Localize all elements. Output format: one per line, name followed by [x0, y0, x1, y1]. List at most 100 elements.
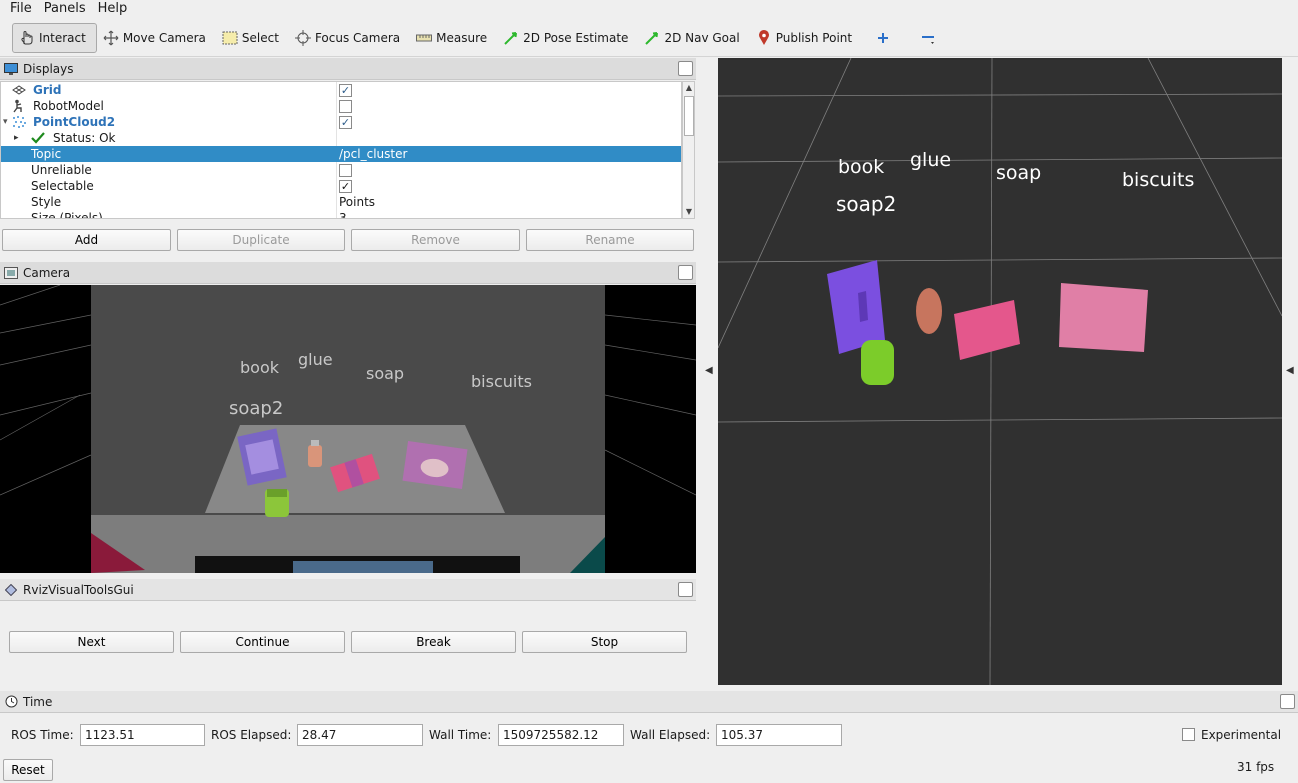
interact-label: Interact: [39, 30, 86, 45]
scroll-up-icon[interactable]: ▲: [684, 82, 694, 94]
nav-goal-tool[interactable]: 2D Nav Goal: [638, 23, 749, 53]
camera-label-biscuits: biscuits: [471, 372, 532, 391]
ruler-icon: [415, 29, 433, 47]
break-button[interactable]: Break: [351, 631, 516, 653]
tree-row-pointcloud2[interactable]: ▾ PointCloud2 ✓: [1, 114, 681, 130]
pointcloud2-checkbox[interactable]: ✓: [339, 116, 352, 129]
scroll-down-icon[interactable]: ▼: [684, 206, 694, 218]
displays-close-checkbox[interactable]: [678, 61, 693, 76]
menu-file[interactable]: File: [4, 1, 38, 17]
tree-row-topic[interactable]: Topic /pcl_cluster: [1, 146, 681, 162]
interact-tool[interactable]: Interact: [12, 22, 97, 53]
publish-point-tool[interactable]: Publish Point: [750, 23, 862, 53]
focus-camera-tool[interactable]: Focus Camera: [289, 23, 410, 53]
time-panel-header: Time: [0, 691, 1298, 713]
menu-help[interactable]: Help: [92, 1, 134, 17]
toolbar: Interact Move Camera Select Focus Camera…: [0, 19, 1298, 57]
camera-image: book glue soap biscuits soap2: [0, 285, 696, 573]
stop-button[interactable]: Stop: [522, 631, 687, 653]
camera-view[interactable]: book glue soap biscuits soap2: [0, 285, 696, 573]
render-3d-view[interactable]: book glue soap biscuits soap2: [718, 58, 1282, 685]
menu-panels[interactable]: Panels: [38, 1, 92, 17]
view3d-label-book: book: [838, 156, 884, 178]
minus-icon: [919, 29, 937, 47]
expand-arrow-icon: ▾: [3, 117, 8, 127]
rviz-tools-close-checkbox[interactable]: [678, 582, 693, 597]
map-pin-icon: [755, 29, 773, 47]
collapse-left-icon[interactable]: ◀: [705, 365, 713, 376]
camera-icon: [4, 266, 18, 280]
topic-label: Topic: [31, 147, 62, 161]
menubar: File Panels Help: [0, 0, 1298, 18]
camera-title: Camera: [23, 265, 71, 280]
rviz-tools-panel-header: RvizVisualToolsGui: [0, 579, 696, 601]
style-value[interactable]: Points: [339, 195, 375, 209]
wall-time-field[interactable]: 1509725582.12: [498, 724, 624, 746]
tree-row-unreliable[interactable]: Unreliable: [1, 162, 681, 178]
focus-camera-label: Focus Camera: [314, 30, 401, 45]
experimental-label: Experimental: [1201, 728, 1282, 742]
plus-icon: [874, 29, 892, 47]
ros-time-label: ROS Time:: [11, 728, 74, 742]
grid-checkbox[interactable]: ✓: [339, 84, 352, 97]
measure-tool[interactable]: Measure: [410, 23, 497, 53]
size-value[interactable]: 3: [339, 211, 347, 218]
remove-tool-button[interactable]: [907, 23, 952, 53]
collapse-right-icon[interactable]: ◀: [1286, 365, 1294, 376]
topic-value[interactable]: /pcl_cluster: [339, 147, 407, 161]
time-close-checkbox[interactable]: [1280, 694, 1295, 709]
scroll-thumb[interactable]: [684, 96, 694, 136]
camera-label-soap2: soap2: [229, 398, 283, 419]
time-row: ROS Time: 1123.51 ROS Elapsed: 28.47 Wal…: [0, 723, 1298, 747]
add-tool-button[interactable]: [862, 23, 907, 53]
view3d-label-glue: glue: [910, 149, 951, 171]
rviz-tools-title: RvizVisualToolsGui: [23, 582, 134, 597]
ros-time-field[interactable]: 1123.51: [80, 724, 205, 746]
view3d-label-biscuits: biscuits: [1122, 169, 1194, 191]
pose-estimate-label: 2D Pose Estimate: [523, 30, 629, 45]
nav-goal-label: 2D Nav Goal: [664, 30, 740, 45]
wall-elapsed-label: Wall Elapsed:: [630, 728, 711, 742]
tree-row-robotmodel[interactable]: RobotModel: [1, 98, 681, 114]
time-title: Time: [23, 694, 53, 709]
move-camera-tool[interactable]: Move Camera: [97, 23, 216, 53]
camera-label-book: book: [240, 358, 280, 377]
render-3d-canvas: book glue soap biscuits soap2: [718, 58, 1282, 685]
fps-counter: 31 fps: [1237, 760, 1275, 774]
move-arrows-icon: [102, 29, 120, 47]
camera-label-glue: glue: [298, 350, 333, 369]
tree-row-status[interactable]: ▸ Status: Ok: [1, 130, 681, 146]
select-tool[interactable]: Select: [216, 23, 289, 53]
view3d-label-soap2: soap2: [836, 192, 896, 216]
remove-button[interactable]: Remove: [351, 229, 520, 251]
ros-elapsed-field[interactable]: 28.47: [297, 724, 423, 746]
duplicate-button[interactable]: Duplicate: [177, 229, 345, 251]
reset-button[interactable]: Reset: [3, 759, 53, 781]
robotmodel-label: RobotModel: [33, 99, 104, 113]
tree-row-style[interactable]: Style Points: [1, 194, 681, 210]
tree-row-selectable[interactable]: Selectable ✓: [1, 178, 681, 194]
selectable-checkbox[interactable]: ✓: [339, 180, 352, 193]
wall-elapsed-field[interactable]: 105.37: [716, 724, 842, 746]
experimental-checkbox[interactable]: [1182, 728, 1195, 741]
view3d-label-soap: soap: [996, 162, 1041, 184]
add-button[interactable]: Add: [2, 229, 171, 251]
robotmodel-checkbox[interactable]: [339, 100, 352, 113]
pose-estimate-tool[interactable]: 2D Pose Estimate: [497, 23, 638, 53]
green-arrow-icon: [643, 29, 661, 47]
tree-row-grid[interactable]: Grid ✓: [1, 82, 681, 98]
select-label: Select: [241, 30, 279, 45]
camera-panel-header: Camera: [0, 262, 696, 284]
displays-panel-header: Displays: [0, 58, 696, 80]
style-label: Style: [31, 195, 62, 209]
displays-tree: Grid ✓ RobotModel ▾ PointCloud2 ✓ ▸ Stat…: [0, 81, 682, 219]
pointcloud2-label: PointCloud2: [33, 115, 116, 129]
camera-close-checkbox[interactable]: [678, 265, 693, 280]
displays-scrollbar[interactable]: ▲ ▼: [682, 81, 695, 219]
rename-button[interactable]: Rename: [526, 229, 694, 251]
continue-button[interactable]: Continue: [180, 631, 345, 653]
unreliable-checkbox[interactable]: [339, 164, 352, 177]
move-camera-label: Move Camera: [122, 30, 206, 45]
tree-row-size[interactable]: Size (Pixels) 3: [1, 210, 681, 218]
next-button[interactable]: Next: [9, 631, 174, 653]
